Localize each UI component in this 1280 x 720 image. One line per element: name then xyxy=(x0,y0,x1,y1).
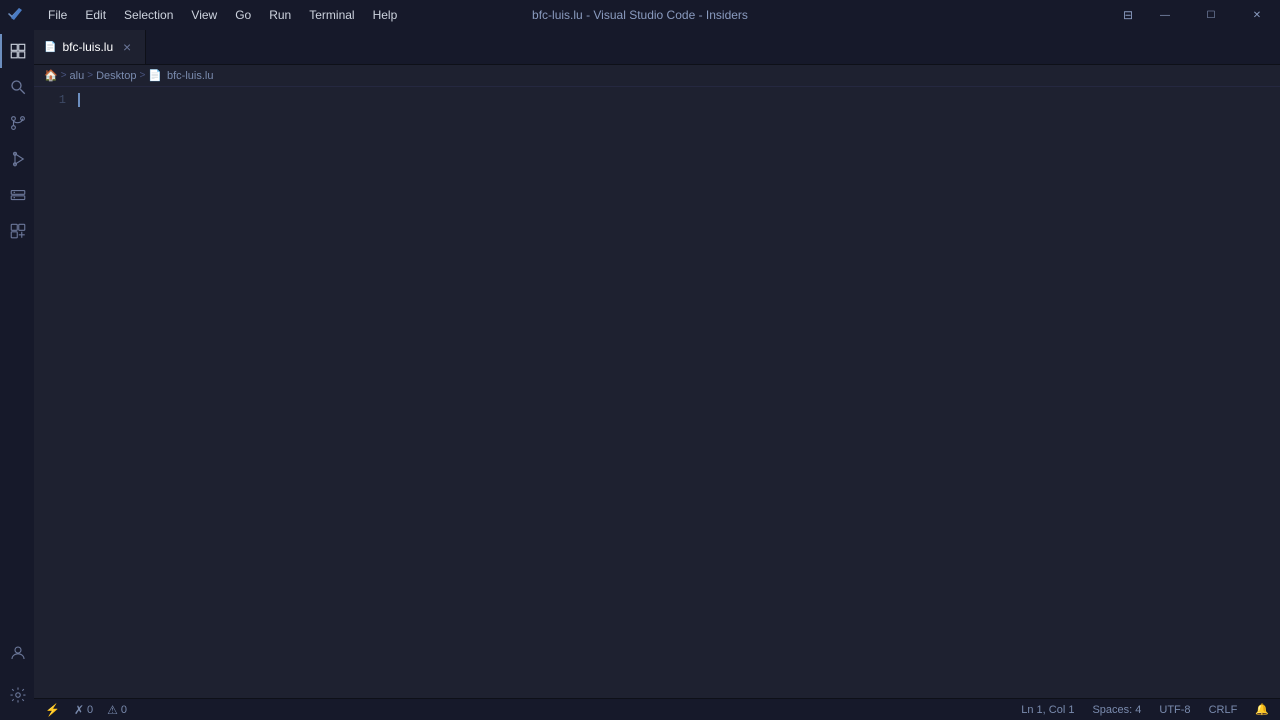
window-buttons: ⊟ — ☐ ✕ xyxy=(1114,0,1280,30)
breadcrumb-file-icon: 📄 xyxy=(148,69,162,82)
breadcrumb-desktop-label: Desktop xyxy=(96,70,136,82)
tab-bfc-luis[interactable]: 📄 bfc-luis.lu × xyxy=(34,30,146,64)
breadcrumb-alu[interactable]: alu xyxy=(70,70,85,82)
activity-remote-icon[interactable] xyxy=(0,178,34,212)
maximize-button[interactable]: ☐ xyxy=(1188,0,1234,30)
window-title: bfc-luis.lu - Visual Studio Code - Insid… xyxy=(532,8,748,22)
breadcrumb-file[interactable]: 📄 bfc-luis.lu xyxy=(148,69,213,82)
vscode-icon xyxy=(0,0,30,30)
title-bar: File Edit Selection View Go Run Terminal… xyxy=(0,0,1280,30)
breadcrumb-file-label: bfc-luis.lu xyxy=(167,70,213,82)
status-remote[interactable]: ⚡ xyxy=(42,699,63,720)
menu-bar: File Edit Selection View Go Run Terminal… xyxy=(40,0,405,30)
breadcrumb-sep-2: > xyxy=(87,70,93,81)
menu-terminal[interactable]: Terminal xyxy=(301,6,362,24)
status-warnings[interactable]: ⚠ 0 xyxy=(104,699,130,720)
status-encoding[interactable]: UTF-8 xyxy=(1156,699,1193,720)
warning-icon: ⚠ xyxy=(107,703,118,717)
status-errors[interactable]: ✗ 0 xyxy=(71,699,96,720)
status-spaces[interactable]: Spaces: 4 xyxy=(1089,699,1144,720)
activity-source-control-icon[interactable] xyxy=(0,106,34,140)
home-icon: 🏠 xyxy=(44,69,58,82)
breadcrumb-sep-3: > xyxy=(139,70,145,81)
activity-accounts-icon[interactable] xyxy=(0,636,34,670)
editor-area: 📄 bfc-luis.lu × 🏠 > alu > Desktop > 📄 bf… xyxy=(34,30,1280,720)
status-right: Ln 1, Col 1 Spaces: 4 UTF-8 CRLF 🔔 xyxy=(1018,699,1272,720)
menu-go[interactable]: Go xyxy=(227,6,259,24)
menu-edit[interactable]: Edit xyxy=(77,6,114,24)
remote-icon: ⚡ xyxy=(45,703,60,717)
tab-file-icon: 📄 xyxy=(44,42,56,53)
activity-settings-icon[interactable] xyxy=(0,678,34,712)
encoding-label: UTF-8 xyxy=(1159,704,1190,716)
activity-explorer-icon[interactable] xyxy=(0,34,34,68)
eol-label: CRLF xyxy=(1209,704,1238,716)
position-label: Ln 1, Col 1 xyxy=(1021,704,1074,716)
spaces-label: Spaces: 4 xyxy=(1092,704,1141,716)
breadcrumb-sep-1: > xyxy=(61,70,67,81)
status-left: ⚡ ✗ 0 ⚠ 0 xyxy=(42,699,130,720)
menu-selection[interactable]: Selection xyxy=(116,6,181,24)
error-icon: ✗ xyxy=(74,703,84,717)
activity-bar xyxy=(0,30,34,720)
status-notifications[interactable]: 🔔 xyxy=(1252,699,1272,720)
activity-search-icon[interactable] xyxy=(0,70,34,104)
tab-close-button[interactable]: × xyxy=(119,39,135,55)
menu-file[interactable]: File xyxy=(40,6,75,24)
warning-count: 0 xyxy=(121,704,127,716)
breadcrumb-home[interactable]: 🏠 xyxy=(44,69,58,82)
status-eol[interactable]: CRLF xyxy=(1206,699,1241,720)
status-bar: ⚡ ✗ 0 ⚠ 0 Ln 1, Col 1 Spaces: 4 xyxy=(34,698,1280,720)
error-count: 0 xyxy=(87,704,93,716)
breadcrumb: 🏠 > alu > Desktop > 📄 bfc-luis.lu xyxy=(34,65,1280,87)
breadcrumb-desktop[interactable]: Desktop xyxy=(96,70,136,82)
layout-button[interactable]: ⊟ xyxy=(1114,0,1142,30)
tab-bar: 📄 bfc-luis.lu × xyxy=(34,30,1280,65)
bell-icon: 🔔 xyxy=(1255,703,1269,716)
breadcrumb-alu-label: alu xyxy=(70,70,85,82)
tab-label: bfc-luis.lu xyxy=(62,40,113,54)
menu-run[interactable]: Run xyxy=(261,6,299,24)
minimize-button[interactable]: — xyxy=(1142,0,1188,30)
editor-content[interactable]: 1 xyxy=(34,87,1280,698)
main-layout: 📄 bfc-luis.lu × 🏠 > alu > Desktop > 📄 bf… xyxy=(0,30,1280,720)
line-numbers: 1 xyxy=(34,87,74,698)
activity-extensions-icon[interactable] xyxy=(0,214,34,248)
window-controls xyxy=(0,0,30,30)
menu-help[interactable]: Help xyxy=(365,6,406,24)
close-button[interactable]: ✕ xyxy=(1234,0,1280,30)
status-position[interactable]: Ln 1, Col 1 xyxy=(1018,699,1077,720)
menu-view[interactable]: View xyxy=(183,6,225,24)
code-editor[interactable] xyxy=(74,87,1280,698)
activity-run-debug-icon[interactable] xyxy=(0,142,34,176)
